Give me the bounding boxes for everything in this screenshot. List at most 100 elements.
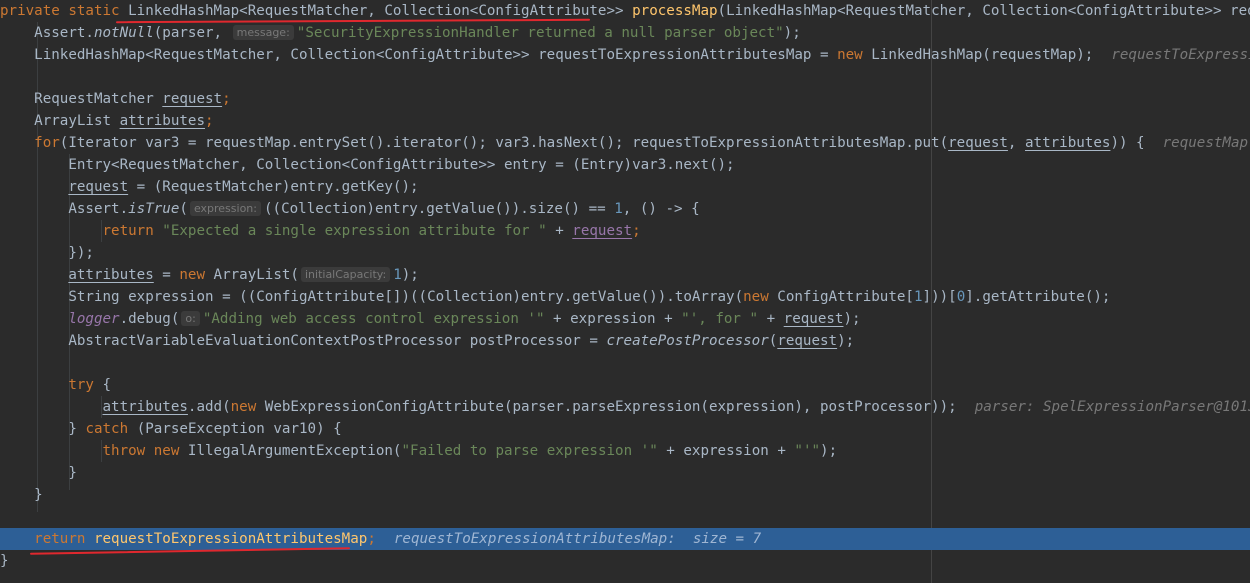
var-request: request	[572, 223, 633, 239]
code-line-logger-debug[interactable]: logger.debug(o: "Adding web access contro…	[0, 308, 1250, 330]
add-call: .add(	[187, 399, 231, 415]
keyword-new: new	[179, 267, 206, 283]
for-header: (Iterator var3 = requestMap.entrySet().i…	[59, 135, 949, 151]
param-hint-initial-capacity: initialCapacity:	[300, 267, 391, 282]
for-close: )) {	[1110, 135, 1145, 151]
number-literal: 1	[913, 289, 923, 305]
keyword-catch: catch	[85, 421, 129, 437]
entry-statement: Entry<RequestMatcher, Collection<ConfigA…	[68, 157, 735, 173]
operator: +	[546, 223, 573, 239]
code-line-brace[interactable]: }	[0, 462, 1250, 484]
assert-class: Assert.	[68, 201, 129, 217]
code-line-request-assign[interactable]: request = (RequestMatcher)entry.getKey()…	[0, 176, 1250, 198]
operator: + expression +	[544, 311, 682, 327]
paren: (	[179, 201, 188, 217]
string-literal: "Failed to parse expression '"	[401, 443, 658, 459]
code-line-request-decl[interactable]: RequestMatcher request;	[0, 88, 1250, 110]
code-line-brace[interactable]: }	[0, 484, 1250, 506]
var-request: request	[948, 135, 1008, 151]
debug-call: .debug(	[119, 311, 180, 327]
catch-clause: (ParseException var10) {	[128, 421, 342, 437]
code-line-throw[interactable]: throw new IllegalArgumentException("Fail…	[0, 440, 1250, 462]
string-literal: "Adding web access control expression '"	[202, 311, 545, 327]
assign-expression: = (RequestMatcher)entry.getKey();	[128, 179, 419, 195]
call-close: );	[783, 25, 801, 41]
type-name: RequestMatcher	[34, 91, 163, 107]
code-line-lambda-close[interactable]: });	[0, 242, 1250, 264]
param-hint-message: message:	[232, 25, 294, 40]
code-line-attributes-add[interactable]: attributes.add(new WebExpressionConfigAt…	[0, 396, 1250, 418]
keyword-new: new	[837, 47, 863, 63]
code-line-map-decl[interactable]: LinkedHashMap<RequestMatcher, Collection…	[0, 44, 1250, 66]
string-literal: "', for "	[681, 311, 759, 327]
semicolon: ;	[367, 531, 376, 547]
var-request: request	[783, 311, 844, 327]
code-line-return-message[interactable]: return "Expected a single expression att…	[0, 220, 1250, 242]
istrue-call: isTrue	[128, 201, 180, 217]
assert-class: Assert.	[34, 25, 94, 41]
code-editor[interactable]: private static LinkedHashMap<RequestMatc…	[0, 0, 1250, 583]
keyword-new: new	[153, 443, 180, 459]
keyword-static: static	[68, 3, 120, 19]
method-name: processMap	[632, 3, 718, 19]
lambda-close: });	[68, 245, 94, 261]
field-logger: logger	[68, 311, 120, 327]
constructor-call: WebExpressionConfigAttribute(parser.pars…	[256, 399, 957, 415]
string-literal: "'"	[794, 443, 821, 459]
expression-part: ].getAttribute();	[965, 289, 1111, 305]
keyword-private: private	[0, 3, 60, 19]
number-literal: 1	[393, 267, 402, 283]
inline-debug-value: requestToExpressionAttributesMap: size =…	[393, 531, 762, 547]
keyword-throw: throw	[102, 443, 146, 459]
brace: }	[0, 553, 9, 569]
keyword-new: new	[230, 399, 257, 415]
var-attributes: attributes	[102, 399, 188, 415]
return-type: LinkedHashMap<RequestMatcher, Collection…	[128, 3, 624, 19]
var-attributes: attributes	[68, 267, 154, 283]
code-line-brace[interactable]: }	[0, 550, 1250, 572]
code-line-return-execution-point[interactable]: return requestToExpressionAttributesMap;…	[0, 528, 1250, 550]
inline-debug-value: requestToExpressionAttribu	[1111, 47, 1250, 63]
keyword-try: try	[68, 377, 94, 393]
code-line-assert-notnull[interactable]: Assert.notNull(parser, message: "Security…	[0, 22, 1250, 44]
var-request: request	[68, 179, 129, 195]
number-literal: 1	[614, 201, 623, 217]
brace: }	[68, 421, 86, 437]
code-line-for-loop[interactable]: for(Iterator var3 = requestMap.entrySet(…	[0, 132, 1250, 154]
inline-debug-value: parser: SpelExpressionParser@10139	[974, 399, 1250, 415]
brace: }	[34, 487, 43, 503]
code-line-post-processor[interactable]: AbstractVariableEvaluationContextPostPro…	[0, 330, 1250, 352]
call-close: );	[837, 333, 855, 349]
semicolon: ;	[222, 91, 231, 107]
code-line-method-signature[interactable]: private static LinkedHashMap<RequestMatc…	[0, 0, 1250, 22]
constructor-call: LinkedHashMap(requestMap);	[862, 47, 1094, 63]
expression-part: ConfigAttribute[	[768, 289, 914, 305]
code-line-attributes-decl[interactable]: ArrayList attributes;	[0, 110, 1250, 132]
string-literal: "Expected a single expression attribute …	[162, 223, 547, 239]
code-line-assert-istrue[interactable]: Assert.isTrue(expression: ((Collection)en…	[0, 198, 1250, 220]
expression-part: ]))[	[922, 289, 957, 305]
keyword-new: new	[743, 289, 769, 305]
operator: +	[758, 311, 784, 327]
param-hint-expression: expression:	[189, 201, 261, 216]
var-attributes: attributes	[1025, 135, 1111, 151]
number-literal: 0	[956, 289, 966, 305]
notnull-call: notNull	[93, 25, 154, 41]
code-line-entry[interactable]: Entry<RequestMatcher, Collection<ConfigA…	[0, 154, 1250, 176]
keyword-return: return	[34, 531, 86, 547]
lambda-open: , () -> {	[622, 201, 700, 217]
brace: }	[68, 465, 77, 481]
comma: ,	[1007, 135, 1026, 151]
var-request: request	[777, 333, 838, 349]
code-line-try[interactable]: try {	[0, 374, 1250, 396]
brace: {	[93, 377, 112, 393]
map-declaration: LinkedHashMap<RequestMatcher, Collection…	[34, 47, 838, 63]
inline-debug-value: requestMap: size =	[1162, 135, 1250, 151]
param-hint-o: o:	[181, 311, 200, 326]
semicolon: ;	[205, 113, 214, 129]
call-close: );	[401, 267, 419, 283]
code-line-attributes-new[interactable]: attributes = new ArrayList(initialCapaci…	[0, 264, 1250, 286]
operator: =	[153, 267, 180, 283]
code-line-expression[interactable]: String expression = ((ConfigAttribute[])…	[0, 286, 1250, 308]
code-line-catch[interactable]: } catch (ParseException var10) {	[0, 418, 1250, 440]
